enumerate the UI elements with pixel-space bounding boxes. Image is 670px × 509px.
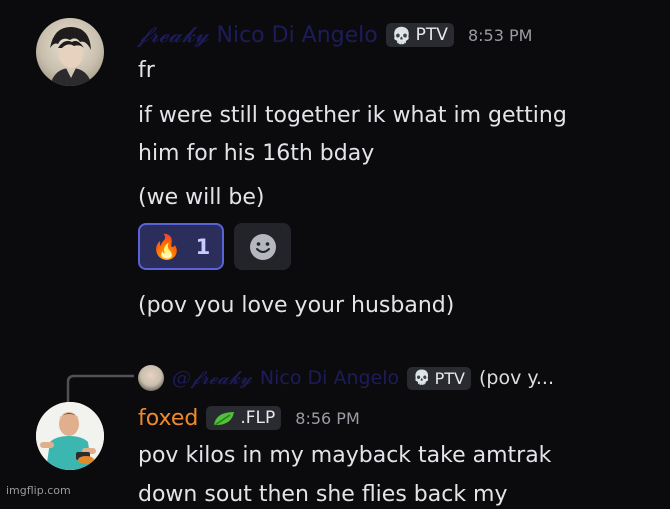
reply-guild-tag: 💀 PTV — [407, 366, 471, 390]
author-name[interactable]: Nico Di Angelo — [217, 23, 378, 48]
message-line-followup: (pov you love your husband) — [138, 293, 455, 318]
author-name-prefix[interactable]: 𝓯𝓻𝓮𝓪𝓴𝔂 — [138, 23, 209, 48]
guild-tag[interactable]: .FLP — [206, 406, 282, 430]
author-name[interactable]: foxed — [138, 406, 198, 431]
reaction-count: 1 — [195, 234, 211, 259]
reply-guild-tag-text: PTV — [434, 368, 465, 388]
message-line: fr — [138, 58, 155, 83]
reply-mention-prefix: @𝓯𝓻𝓮𝓪𝓴𝔂 — [172, 367, 252, 389]
avatar-nico-art — [50, 26, 92, 86]
skull-icon: 💀 — [391, 25, 412, 45]
guild-tag[interactable]: 💀 PTV — [385, 23, 454, 47]
message-line: (we will be) — [138, 185, 265, 210]
timestamp: 8:56 PM — [295, 408, 360, 428]
avatar-foxed[interactable] — [36, 402, 104, 470]
message-line: pov kilos in my mayback take amtrak — [138, 443, 552, 468]
leaf-icon — [214, 411, 235, 426]
guild-tag-text: .FLP — [240, 408, 276, 428]
guild-tag-text: PTV — [415, 25, 448, 45]
message-line: him for his 16th bday — [138, 141, 375, 166]
reply-mention-name: Nico Di Angelo — [259, 367, 400, 389]
avatar-nico[interactable] — [36, 18, 104, 86]
message-line: down sout then she flies back my — [138, 482, 508, 507]
reaction-fire[interactable]: 🔥 1 — [138, 223, 224, 270]
reply-preview-text: (pov y... — [478, 367, 555, 389]
watermark: imgflip.com — [6, 484, 71, 497]
reply-preview[interactable]: @𝓯𝓻𝓮𝓪𝓴𝔂 Nico Di Angelo 💀 PTV (pov y... — [138, 364, 554, 392]
reply-avatar — [138, 365, 164, 391]
message-2-header: foxed .FLP 8:56 PM — [138, 403, 360, 433]
avatar-foxed-art — [36, 402, 104, 470]
message-1-header: 𝓯𝓻𝓮𝓪𝓴𝔂 Nico Di Angelo 💀 PTV 8:53 PM — [138, 20, 532, 50]
skull-icon: 💀 — [413, 370, 431, 386]
fire-emoji: 🔥 — [151, 232, 182, 261]
add-reaction-button[interactable] — [234, 223, 291, 270]
message-line: if were still together ik what im gettin… — [138, 103, 567, 128]
timestamp: 8:53 PM — [467, 25, 533, 45]
smiley-icon — [249, 233, 276, 260]
